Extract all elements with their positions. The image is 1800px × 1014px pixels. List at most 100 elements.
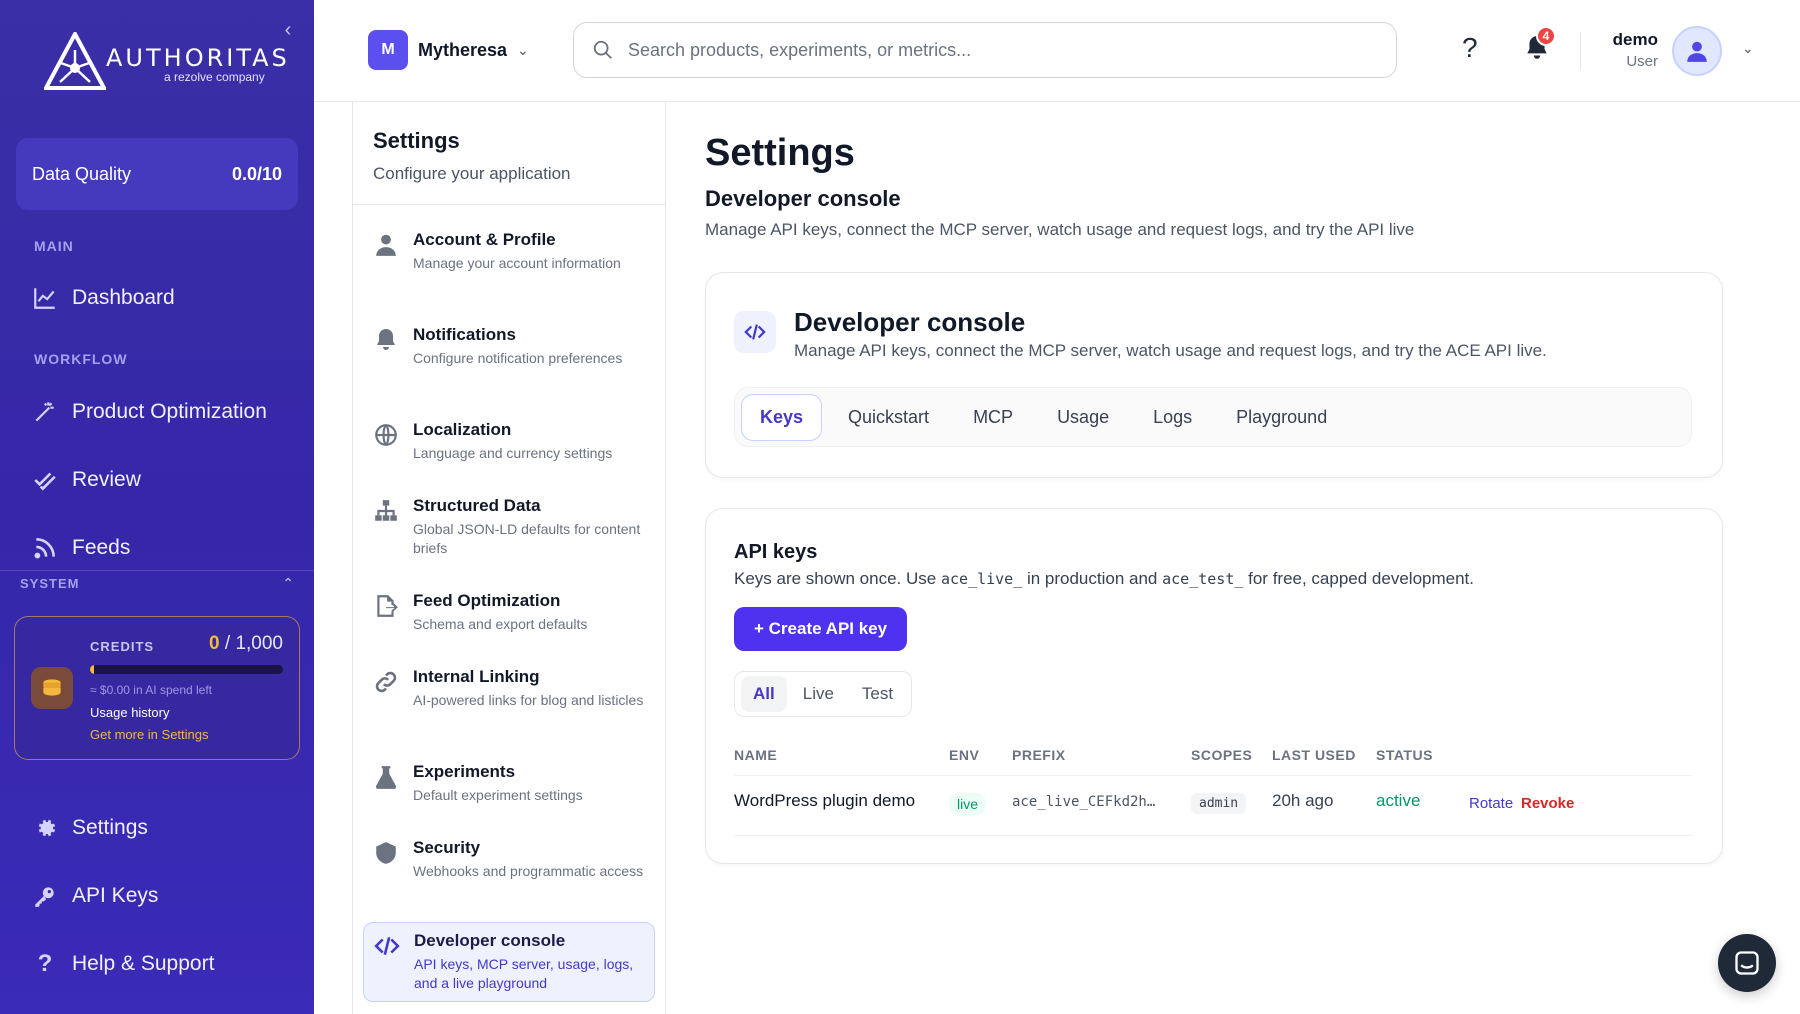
settings-item-label: Account & Profile [413, 230, 556, 249]
page-description: Manage API keys, connect the MCP server,… [705, 220, 1415, 239]
settings-item-feed-optimization[interactable]: Feed Optimization Schema and export defau… [363, 583, 655, 642]
settings-item-desc: Manage your account information [413, 255, 621, 271]
tab-logs[interactable]: Logs [1135, 395, 1210, 440]
settings-item-structured-data[interactable]: Structured Data Global JSON-LD defaults f… [363, 488, 655, 566]
data-quality-value: 0.0/10 [231, 163, 282, 184]
user-role: User [1626, 53, 1658, 70]
settings-item-label: Internal Linking [413, 667, 540, 686]
settings-item-localization[interactable]: Localization Language and currency settin… [363, 412, 655, 471]
developer-console-card: Developer console Manage API keys, conne… [705, 272, 1723, 478]
sidebar-item-api-keys[interactable]: API Keys [20, 870, 294, 922]
chart-line-icon [34, 288, 55, 309]
sidebar-item-product-optimization[interactable]: Product Optimization [20, 386, 294, 438]
filter-test[interactable]: Test [850, 676, 905, 712]
sidebar: ‹ AUTHORITAS a rezolve company Data Qual… [0, 0, 314, 1014]
filter-live[interactable]: Live [791, 676, 846, 712]
notifications-button[interactable]: 4 [1524, 26, 1556, 67]
key-name: WordPress plugin demo [734, 791, 916, 810]
search-input[interactable] [628, 39, 1348, 61]
settings-item-label: Structured Data [413, 496, 541, 515]
system-section-header[interactable]: SYSTEM ⌃ [0, 570, 314, 596]
chat-icon [1735, 951, 1759, 975]
sidebar-item-help-support[interactable]: ? Help & Support [20, 938, 294, 990]
settings-item-desc: Default experiment settings [413, 787, 583, 803]
chevron-down-icon: ⌄ [517, 41, 529, 58]
sidebar-item-feeds[interactable]: Feeds [20, 522, 294, 574]
top-bar: M Mytheresa ⌄ ? 4 demo User ⌄ [314, 0, 1800, 102]
console-description: Manage API keys, connect the MCP server,… [794, 341, 1547, 360]
sidebar-item-dashboard[interactable]: Dashboard [20, 272, 294, 324]
sitemap-icon [375, 500, 397, 521]
bell-icon [377, 329, 395, 350]
logo-wordmark: AUTHORITAS [106, 44, 290, 72]
console-title: Developer console [794, 307, 1026, 337]
search-icon [593, 40, 612, 59]
data-quality-card[interactable]: Data Quality 0.0/10 [16, 138, 298, 210]
gear-icon [38, 819, 56, 837]
table-divider [734, 775, 1692, 776]
settings-item-security[interactable]: Security Webhooks and programmatic access [363, 830, 655, 889]
store-avatar: M [368, 30, 408, 70]
page-subtitle: Developer console [705, 186, 901, 211]
api-keys-description: Keys are shown once. Use ace_live_ in pr… [734, 569, 1474, 589]
settings-nav-title: Settings [373, 128, 460, 153]
api-keys-title: API keys [734, 541, 818, 563]
sidebar-item-label: Product Optimization [72, 400, 267, 423]
double-check-icon [34, 472, 56, 491]
tab-usage[interactable]: Usage [1039, 395, 1127, 440]
help-icon[interactable]: ? [1462, 32, 1478, 64]
section-main-label: MAIN [34, 238, 74, 254]
store-name: Mytheresa [418, 39, 508, 60]
settings-item-experiments[interactable]: Experiments Default experiment settings [363, 754, 655, 813]
store-switcher[interactable]: M Mytheresa ⌄ [368, 30, 529, 70]
settings-item-label: Experiments [413, 762, 516, 781]
sidebar-item-review[interactable]: Review [20, 454, 294, 506]
usage-history-link[interactable]: Usage history [90, 705, 169, 720]
credits-spend-text: ≈ $0.00 in AI spend left [90, 683, 213, 697]
settings-item-desc: Webhooks and programmatic access [413, 863, 644, 879]
rss-icon [34, 538, 55, 559]
api-keys-card: API keys Keys are shown once. Use ace_li… [705, 508, 1723, 864]
status-badge: active [1376, 791, 1421, 810]
settings-item-desc: Global JSON-LD defaults for content brie… [413, 521, 641, 556]
credits-label: CREDITS [90, 639, 155, 654]
settings-item-desc: API keys, MCP server, usage, logs, and a… [414, 956, 634, 991]
rotate-key-button[interactable]: Rotate [1469, 795, 1513, 812]
code-icon [374, 937, 400, 955]
scope-badge: admin [1191, 793, 1247, 814]
get-more-credits-link[interactable]: Get more in Settings [90, 727, 209, 742]
tab-keys[interactable]: Keys [741, 393, 823, 441]
magic-wand-icon [35, 402, 54, 422]
credits-progress-fill [90, 665, 94, 674]
globe-icon [375, 424, 397, 446]
column-header-last-used: LAST USED [1272, 747, 1356, 763]
desc-part: Keys are shown once. Use [734, 569, 941, 588]
settings-item-internal-linking[interactable]: Internal Linking AI-powered links for blo… [363, 659, 655, 718]
settings-item-label: Localization [413, 420, 512, 439]
tab-mcp[interactable]: MCP [955, 395, 1031, 440]
sidebar-item-settings[interactable]: Settings [20, 802, 294, 854]
revoke-key-button[interactable]: Revoke [1521, 795, 1574, 812]
flask-icon [375, 766, 397, 789]
tab-quickstart[interactable]: Quickstart [830, 395, 947, 440]
settings-item-developer-console[interactable]: Developer console API keys, MCP server, u… [363, 922, 655, 1002]
chat-support-button[interactable] [1718, 934, 1776, 992]
code-icon [734, 311, 776, 353]
create-api-key-button[interactable]: + Create API key [734, 607, 908, 651]
chevron-up-icon[interactable]: ⌃ [282, 575, 294, 592]
settings-item-account-profile[interactable]: Account & Profile Manage your account inf… [363, 222, 655, 281]
user-avatar[interactable] [1672, 26, 1722, 76]
user-menu-chevron-icon[interactable]: ⌄ [1742, 40, 1754, 57]
tab-playground[interactable]: Playground [1218, 395, 1345, 440]
sidebar-item-label: API Keys [72, 884, 159, 907]
env-badge: live [949, 793, 987, 815]
sidebar-item-label: Help & Support [72, 952, 215, 975]
filter-all[interactable]: All [741, 676, 787, 712]
search-bar [573, 22, 1397, 78]
credits-total: / 1,000 [224, 633, 283, 654]
settings-nav-subtitle: Configure your application [373, 164, 571, 183]
settings-item-notifications[interactable]: Notifications Configure notification pref… [363, 317, 655, 376]
link-icon [375, 671, 397, 693]
column-header-scopes: SCOPES [1191, 747, 1253, 763]
desc-part: for free, capped development. [1243, 569, 1474, 588]
